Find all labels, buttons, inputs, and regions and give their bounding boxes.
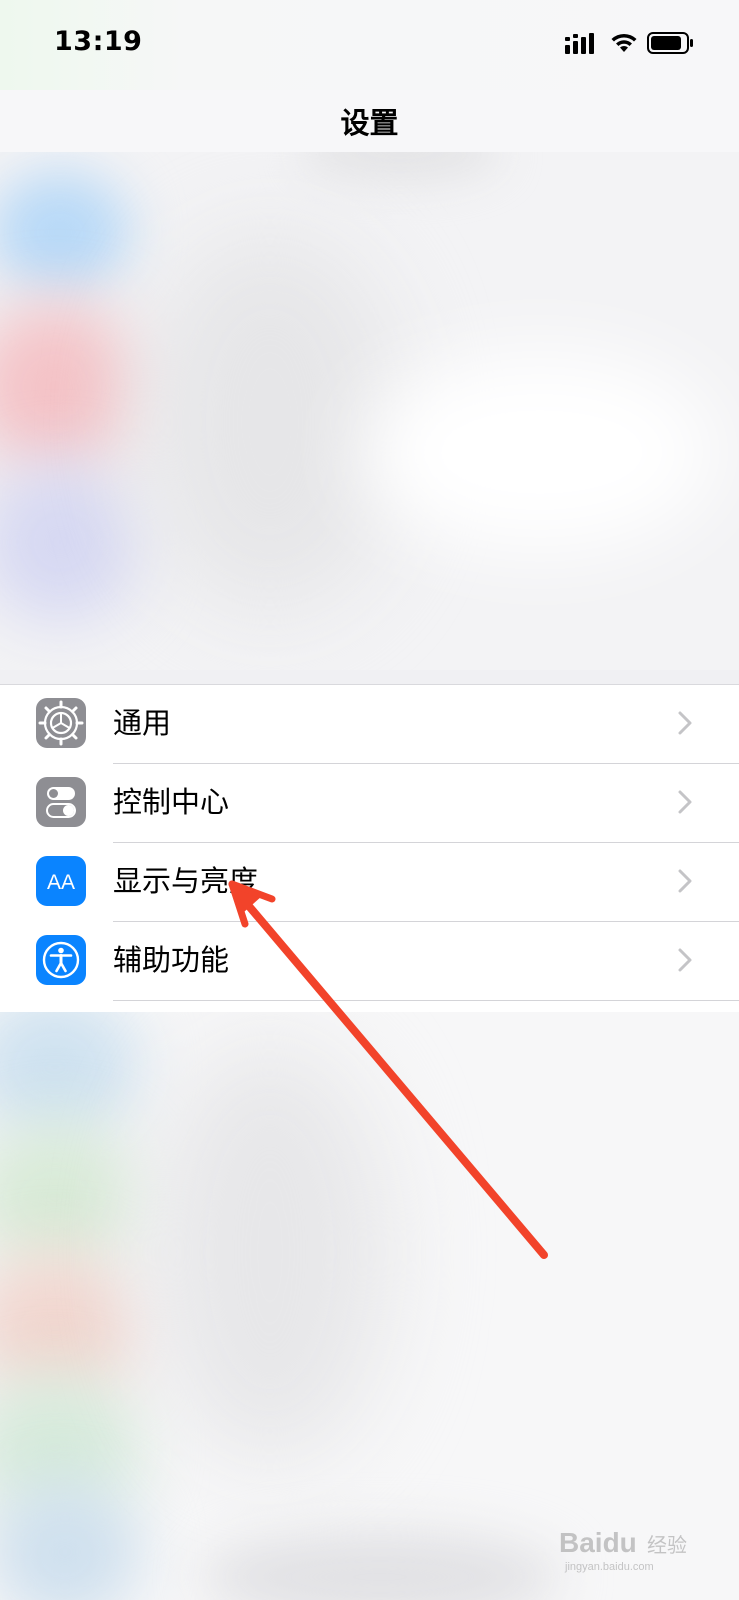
wifi-icon bbox=[611, 33, 637, 52]
blurred-blob bbox=[140, 232, 400, 612]
blurred-blob bbox=[360, 352, 720, 552]
watermark-brand: Baidu bbox=[559, 1527, 637, 1558]
settings-row-label: 控制中心 bbox=[113, 785, 230, 819]
nav-bar: 设置 bbox=[0, 90, 739, 152]
blurred-blob bbox=[0, 302, 140, 472]
blurred-blob bbox=[0, 1122, 140, 1272]
toggles-icon bbox=[36, 777, 86, 827]
settings-row-label: 显示与亮度 bbox=[113, 864, 259, 898]
settings-list: 通用 控制中心 AA 显示与亮度 辅助功能 bbox=[0, 684, 739, 1020]
blurred-blob bbox=[0, 1482, 140, 1600]
watermark-url: jingyan.baidu.com bbox=[564, 1561, 654, 1573]
text-size-icon: AA bbox=[36, 856, 86, 906]
chevron-right-icon bbox=[678, 948, 692, 972]
blurred-blob bbox=[200, 1532, 560, 1600]
blurred-blob bbox=[0, 462, 140, 622]
status-bar: 13:19 bbox=[0, 0, 739, 90]
settings-row-general[interactable]: 通用 bbox=[0, 685, 739, 764]
chevron-right-icon bbox=[678, 790, 692, 814]
settings-row-control-center[interactable]: 控制中心 bbox=[0, 764, 739, 843]
settings-row-label: 辅助功能 bbox=[113, 943, 230, 977]
chevron-right-icon bbox=[678, 711, 692, 735]
status-icons bbox=[565, 30, 695, 56]
page-title: 设置 bbox=[340, 106, 399, 140]
settings-row-display-brightness[interactable]: AA 显示与亮度 bbox=[0, 843, 739, 922]
accessibility-icon bbox=[36, 935, 86, 985]
watermark-suffix: 经验 bbox=[647, 1533, 687, 1557]
blurred-blob bbox=[300, 152, 500, 182]
settings-row-accessibility[interactable]: 辅助功能 bbox=[0, 922, 739, 1001]
baidu-jingyan-watermark: Baidu 经验 jingyan.baidu.com bbox=[559, 1518, 699, 1578]
row-separator bbox=[113, 1000, 739, 1001]
status-time: 13:19 bbox=[54, 26, 143, 57]
cellular-signal-icon bbox=[565, 33, 594, 54]
blurred-blob bbox=[150, 1042, 390, 1462]
text-size-icon-glyph: AA bbox=[47, 871, 75, 894]
blurred-blob bbox=[0, 172, 130, 292]
battery-icon bbox=[647, 32, 693, 54]
gear-icon bbox=[36, 698, 86, 748]
blurred-content-top bbox=[0, 152, 739, 670]
chevron-right-icon bbox=[678, 869, 692, 893]
section-gap bbox=[0, 670, 739, 684]
settings-row-label: 通用 bbox=[113, 706, 172, 740]
blurred-content-bottom bbox=[0, 1012, 739, 1600]
